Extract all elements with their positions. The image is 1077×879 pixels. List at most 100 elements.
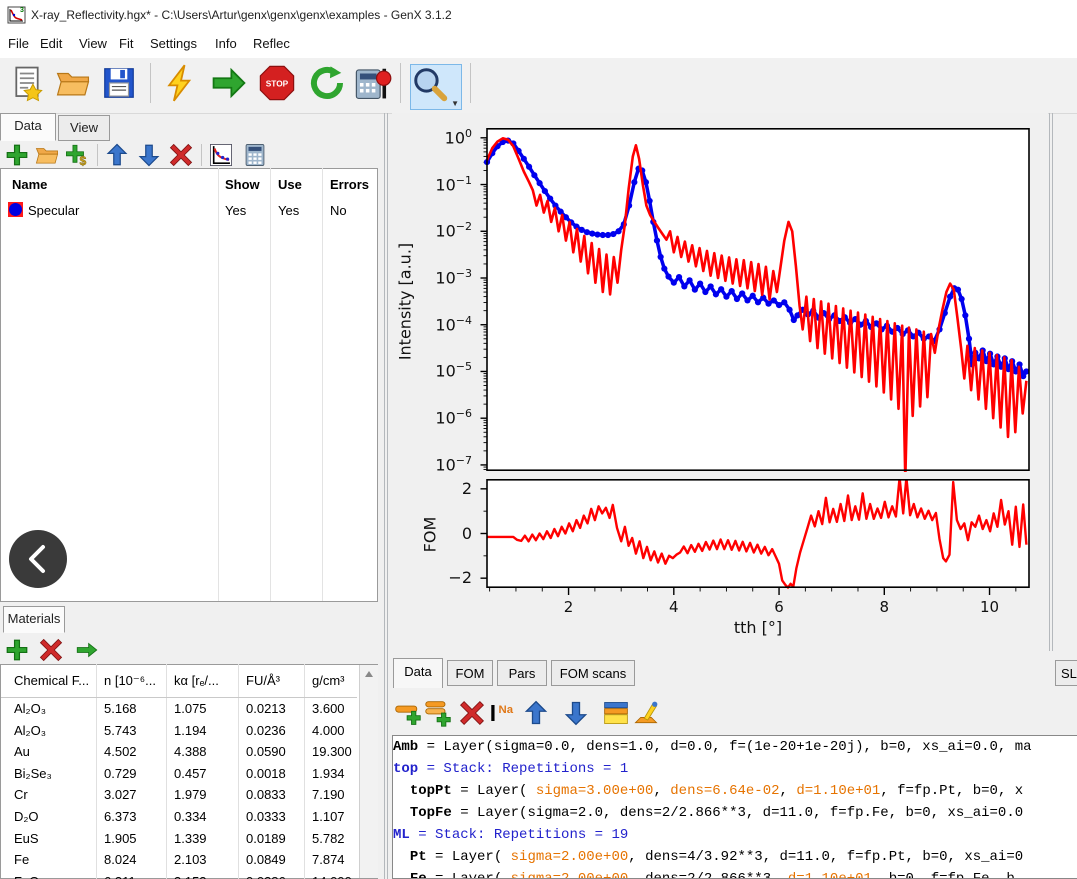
materials-scrollbar[interactable] — [359, 665, 378, 878]
menu-info[interactable]: Info — [215, 36, 237, 51]
delete-data-button[interactable] — [168, 142, 194, 168]
reflectivity-plot[interactable] — [479, 128, 1031, 472]
code-line: TopFe = Layer(sigma=2.0, dens=2/2.866**3… — [393, 802, 1077, 824]
material-row[interactable]: FeCo6.3113.1530.038614.000 — [0, 871, 356, 879]
right-splitter[interactable] — [1052, 113, 1053, 651]
menu-file[interactable]: File — [8, 36, 29, 51]
dataset-use[interactable]: Yes — [278, 203, 299, 218]
material-row[interactable]: Bi₂Se₃0.7290.4570.00181.934 — [0, 763, 356, 785]
material-cell: 0.0333 — [246, 809, 286, 824]
material-cell: 5.743 — [104, 723, 137, 738]
material-cell: 3.027 — [104, 787, 137, 802]
fom-plot[interactable] — [479, 479, 1031, 600]
material-row[interactable]: EuS1.9051.3390.01895.782 — [0, 828, 356, 850]
move-down-button[interactable] — [136, 142, 162, 168]
restart-icon — [308, 64, 346, 102]
panel-splitter[interactable] — [387, 113, 388, 879]
col-header-errors[interactable]: Errors — [330, 177, 369, 192]
dataset-name[interactable]: Specular — [28, 203, 79, 218]
add-layer-button[interactable] — [394, 699, 422, 727]
col-header-name[interactable]: Name — [12, 177, 47, 192]
plot-settings-button[interactable] — [208, 142, 234, 168]
open-button[interactable] — [54, 64, 92, 102]
material-row[interactable]: Al₂O₃5.7431.1940.02364.000 — [0, 720, 356, 742]
move-up-button[interactable] — [104, 142, 130, 168]
material-cell: 4.502 — [104, 744, 137, 759]
tab-materials[interactable]: Materials — [3, 606, 65, 633]
material-cell: Au — [14, 744, 30, 759]
mat-header-n[interactable]: n [10⁻⁶... — [104, 673, 156, 689]
bottom-tab-fom-scans[interactable]: FOM scans — [551, 660, 635, 686]
mat-header-gcm[interactable]: g/cm³ — [312, 673, 345, 688]
calc-button[interactable] — [242, 142, 268, 168]
svg-text:I: I — [490, 700, 496, 726]
sample-script-editor[interactable]: Amb = Layer(sigma=0.0, dens=1.0, d=0.0, … — [392, 735, 1077, 879]
instrument-button[interactable] — [632, 699, 660, 727]
plot-settings-icon — [208, 142, 234, 168]
zoom-button[interactable]: ▼ — [410, 64, 462, 110]
delete-sample-button[interactable] — [458, 699, 486, 727]
add-layer-icon — [394, 699, 422, 727]
bottom-tab-sld[interactable]: SL — [1055, 660, 1077, 686]
bottom-tab-data[interactable]: Data — [393, 658, 443, 688]
menu-view[interactable]: View — [79, 36, 107, 51]
menu-edit[interactable]: Edit — [40, 36, 62, 51]
dataset-errors[interactable]: No — [330, 203, 347, 218]
stop-button[interactable]: STOP — [258, 64, 296, 102]
material-row[interactable]: Au4.5024.3880.059019.300 — [0, 741, 356, 763]
new-model-button[interactable] — [8, 64, 46, 102]
material-cell: Bi₂Se₃ — [14, 766, 52, 781]
chevron-left-icon — [9, 530, 67, 588]
col-header-use[interactable]: Use — [278, 177, 302, 192]
right-splitter[interactable] — [1049, 113, 1050, 651]
sample-up-button[interactable] — [522, 699, 550, 727]
toolbar-separator — [97, 144, 98, 166]
save-button[interactable] — [100, 64, 138, 102]
apply-material-button[interactable] — [74, 637, 100, 663]
error-stats-button[interactable] — [354, 64, 392, 102]
mat-header-ka[interactable]: kα [rₑ/... — [174, 673, 219, 688]
collapse-panel-button[interactable] — [9, 530, 67, 588]
restart-button[interactable] — [308, 64, 346, 102]
add-data-icon — [4, 142, 30, 168]
y-tick-label: 10−2 — [414, 220, 472, 240]
add-material-button[interactable] — [4, 637, 30, 663]
scroll-up-icon[interactable] — [365, 671, 373, 677]
bottom-tab-pars[interactable]: Pars — [497, 660, 547, 686]
delete-material-button[interactable] — [38, 637, 64, 663]
tab-data[interactable]: Data — [0, 113, 56, 141]
load-data-icon — [34, 142, 60, 168]
sample-view-button[interactable] — [602, 699, 630, 727]
dropdown-arrow-icon[interactable]: ▼ — [451, 99, 459, 108]
code-line: Amb = Layer(sigma=0.0, dens=1.0, d=0.0, … — [393, 736, 1077, 758]
start-fit-button[interactable] — [210, 64, 248, 102]
col-header-show[interactable]: Show — [225, 177, 260, 192]
material-cell: 1.075 — [174, 701, 207, 716]
load-data-button[interactable] — [34, 142, 60, 168]
tab-view[interactable]: View — [58, 115, 110, 141]
zoom-icon — [411, 65, 449, 103]
y-tick-label: 100 — [414, 127, 472, 147]
menu-reflec[interactable]: Reflec — [253, 36, 290, 51]
menu-settings[interactable]: Settings — [150, 36, 197, 51]
mat-header-formula[interactable]: Chemical F... — [14, 673, 89, 688]
fom-y-axis-label: FOM — [421, 505, 440, 565]
rename-button[interactable]: INa — [488, 699, 516, 727]
add-data-button[interactable] — [4, 142, 30, 168]
material-cell: 14.000 — [312, 874, 352, 879]
material-row[interactable]: Al₂O₃5.1681.0750.02133.600 — [0, 698, 356, 720]
dataset-show[interactable]: Yes — [225, 203, 246, 218]
simulate-button[interactable] — [162, 64, 200, 102]
material-row[interactable]: D₂O6.3730.3340.03331.107 — [0, 806, 356, 828]
menu-fit[interactable]: Fit — [119, 36, 133, 51]
y-tick-label: 10−1 — [414, 174, 472, 194]
material-row[interactable]: Fe8.0242.1030.08497.874 — [0, 849, 356, 871]
material-row[interactable]: Cr3.0271.9790.08337.190 — [0, 784, 356, 806]
mat-header-fu[interactable]: FU/Å³ — [246, 673, 280, 688]
sample-down-button[interactable] — [562, 699, 590, 727]
add-stack-button[interactable] — [424, 699, 452, 727]
add-simulation-button[interactable]: $ — [64, 142, 90, 168]
bottom-tab-fom[interactable]: FOM — [447, 660, 493, 686]
x-axis-label: tth [°] — [708, 618, 808, 637]
panel-splitter[interactable] — [384, 113, 385, 879]
